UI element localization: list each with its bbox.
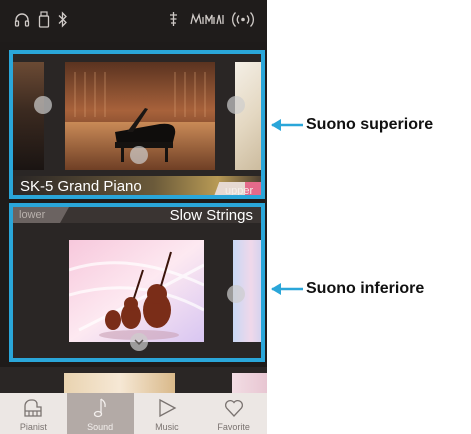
scroll-left-indicator[interactable] (34, 96, 52, 114)
wireless-icon (232, 12, 254, 27)
scroll-down-indicator[interactable] (130, 146, 148, 164)
lower-sound-panel[interactable]: lower Slow Strings (9, 203, 265, 362)
arrow-left-icon (271, 119, 303, 131)
piano-icon (24, 399, 43, 417)
peek-thumbnail (64, 373, 175, 393)
heart-icon (224, 399, 243, 417)
lower-sound-name: Slow Strings (169, 207, 253, 224)
scroll-right-indicator[interactable] (227, 96, 245, 114)
upper-sound-name: SK-5 Grand Piano (20, 178, 142, 195)
violins-image (69, 240, 204, 342)
nav-pianist-label: Pianist (19, 422, 47, 432)
upper-layer-tag: upper (225, 185, 254, 197)
lower-sound-callout: Suono inferiore (270, 280, 424, 298)
nav-sound[interactable]: Sound (66, 393, 134, 434)
nav-pianist[interactable]: Pianist (0, 393, 67, 434)
headphones-icon (14, 13, 30, 27)
bluetooth-icon (58, 11, 67, 28)
lower-callout-label: Suono inferiore (306, 280, 425, 297)
nav-sound-label: Sound (87, 422, 114, 432)
usb-memory-icon (38, 11, 50, 28)
bottom-navigation: Pianist Sound Music Favorite (0, 393, 267, 434)
metronome-icon (170, 12, 177, 26)
chevron-down-icon (134, 339, 144, 346)
nav-favorite[interactable]: Favorite (200, 393, 267, 434)
nav-music-label: Music (155, 422, 179, 432)
status-bar (0, 0, 267, 42)
piano-app-screen: upper SK-5 Grand Piano lower Slow String… (0, 0, 267, 434)
peek-right-thumbnail (232, 373, 267, 393)
upper-callout-label: Suono superiore (306, 116, 434, 133)
next-sound-thumbnail[interactable] (235, 62, 261, 170)
arrow-left-icon (271, 283, 303, 295)
previous-sound-thumbnail[interactable] (13, 62, 44, 170)
music-note-icon (93, 398, 106, 418)
nav-favorite-label: Favorite (217, 422, 250, 432)
upper-sound-panel[interactable]: upper SK-5 Grand Piano (9, 50, 265, 199)
recorder-icon (190, 12, 224, 25)
upper-sound-callout: Suono superiore (270, 116, 433, 134)
strings-thumbnail[interactable] (69, 240, 204, 342)
play-icon (159, 398, 177, 418)
lower-scroll-right-indicator[interactable] (227, 285, 245, 303)
nav-music[interactable]: Music (134, 393, 201, 434)
lower-scroll-down-indicator[interactable] (130, 333, 148, 351)
lower-layer-tag: lower (19, 209, 46, 221)
next-panel-peek[interactable] (0, 367, 267, 393)
